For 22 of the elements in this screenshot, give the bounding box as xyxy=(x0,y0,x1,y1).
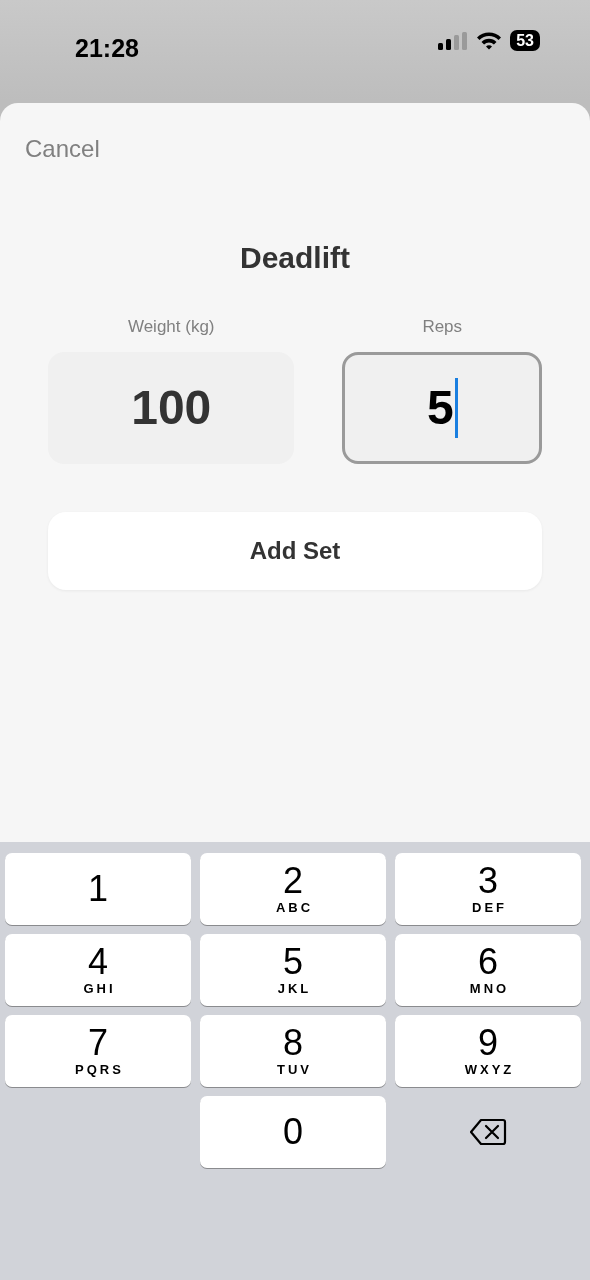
field-label: Weight (kg) xyxy=(126,316,216,338)
add-set-button[interactable]: Add Set xyxy=(48,511,542,590)
keypad-key[interactable]: 0 xyxy=(200,1096,386,1168)
keypad-key[interactable]: 6 MNO xyxy=(395,934,581,1006)
backspace-icon xyxy=(469,1118,507,1146)
keypad-key[interactable]: 4 GHI xyxy=(5,934,191,1006)
wifi-icon xyxy=(476,31,503,50)
keypad-key[interactable]: 9 WXYZ xyxy=(395,1015,581,1087)
input-field[interactable]: 100 xyxy=(48,351,295,464)
status-time: 21:28 xyxy=(75,33,139,64)
keypad-key[interactable]: 2 ABC xyxy=(200,853,386,925)
exercise-title: Deadlift xyxy=(239,240,351,276)
keypad-key[interactable]: 3 DEF xyxy=(395,853,581,925)
input-field[interactable]: 5 xyxy=(342,351,542,464)
keypad-key[interactable]: 8 TUV xyxy=(200,1015,386,1087)
keypad-key[interactable]: 5 JKL xyxy=(200,934,386,1006)
field-label: Reps xyxy=(421,316,464,338)
cancel-button[interactable]: Cancel xyxy=(25,131,100,167)
battery-level: 53 xyxy=(510,30,540,51)
keypad-key[interactable]: 1 xyxy=(5,853,191,925)
keypad-key[interactable]: 7 PQRS xyxy=(5,1015,191,1087)
signal-icon xyxy=(438,31,469,50)
